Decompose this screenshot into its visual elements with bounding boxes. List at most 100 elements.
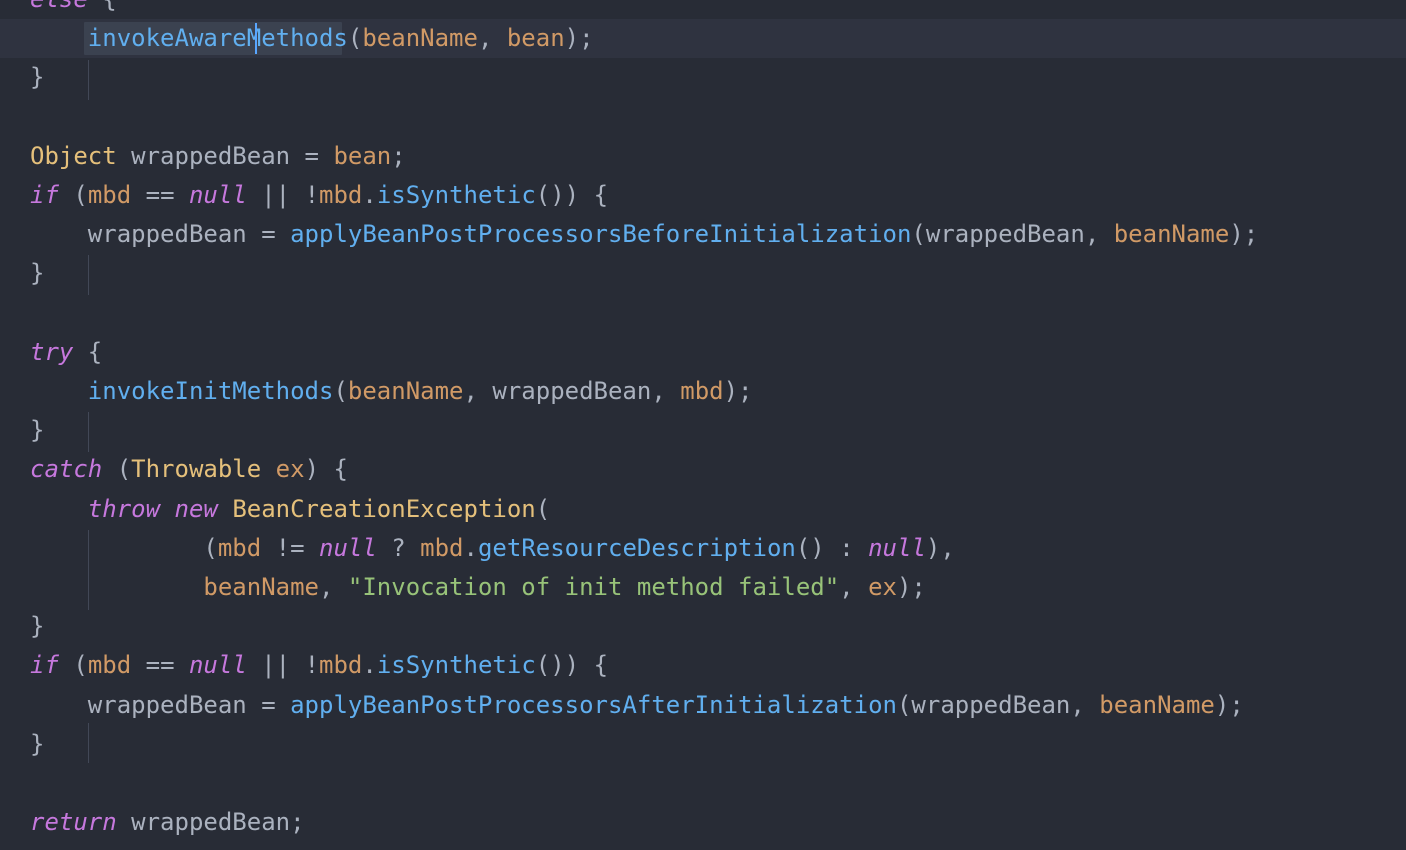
code-line[interactable]: (mbd != null ? mbd.getResourceDescriptio… — [0, 529, 1406, 568]
code-token-punct: } — [30, 416, 45, 445]
code-line[interactable]: try { — [0, 333, 1406, 372]
code-line[interactable]: catch (Throwable ex) { — [0, 450, 1406, 489]
code-token-punct: , — [477, 24, 507, 53]
code-token-var: mbd — [217, 533, 262, 562]
code-token-punct: ( — [102, 455, 132, 484]
code-token-punct: { — [102, 0, 116, 13]
code-line[interactable] — [0, 98, 1406, 137]
code-token-punct: , — [1070, 690, 1100, 719]
code-token-punct: ; — [290, 808, 305, 837]
code-token-kw: throw — [87, 494, 161, 523]
code-token-punct: ()) { — [535, 181, 609, 209]
indent-guide — [88, 60, 89, 100]
code-token-punct: } — [30, 63, 45, 92]
code-token-punct: ? — [376, 533, 421, 562]
code-token-punct: ( — [347, 24, 363, 53]
code-token-fn: isSynthetic — [376, 651, 536, 680]
code-token-punct: ( — [333, 377, 348, 405]
code-token-punct: ( — [535, 494, 551, 523]
code-token-kw: null — [188, 181, 247, 209]
code-token-punct: = — [304, 141, 334, 170]
code-token-var: bean — [506, 24, 565, 53]
code-token-plain: wrappedBean — [492, 377, 652, 405]
code-token-var: beanName — [1099, 690, 1215, 719]
code-line[interactable]: } — [0, 725, 1406, 764]
code-token-punct: , — [839, 573, 869, 601]
code-line[interactable]: wrappedBean = applyBeanPostProcessorsBef… — [0, 215, 1406, 254]
text-caret — [255, 23, 258, 55]
code-line[interactable] — [0, 764, 1406, 803]
indent-guide — [88, 723, 89, 763]
code-line[interactable]: else { — [0, 0, 1406, 19]
code-token-punct: ); — [564, 24, 594, 53]
code-line[interactable]: } — [0, 58, 1406, 97]
code-line[interactable]: } — [0, 607, 1406, 646]
code-token-punct: . — [362, 181, 377, 209]
code-line[interactable]: } — [0, 254, 1406, 293]
code-token-punct: ( — [30, 533, 218, 562]
code-token-punct: ); — [896, 573, 926, 601]
code-token-var: beanName — [362, 24, 478, 53]
code-token-type: Throwable — [131, 455, 262, 484]
code-token-var: mbd — [680, 377, 724, 405]
code-token-punct: ); — [723, 377, 753, 405]
code-token-plain: wrappedBean — [116, 141, 305, 170]
code-line[interactable]: if (mbd == null || !mbd.isSynthetic()) { — [0, 176, 1406, 215]
code-token-fn: applyBeanPostProcessorsBeforeInitializat… — [290, 220, 912, 249]
code-token-punct: . — [362, 651, 377, 680]
code-token-fn: applyBeanPostProcessorsAfterInitializati… — [290, 690, 897, 719]
code-line[interactable]: } — [0, 411, 1406, 450]
code-token-kw: if — [30, 181, 59, 209]
code-token-punct: () : — [795, 533, 869, 562]
indent-guide — [88, 412, 89, 452]
code-token-var: beanName — [1113, 220, 1230, 249]
code-line-current[interactable]: invokeAwareMethods(beanName, bean); — [0, 19, 1406, 59]
code-token-kw: null — [319, 533, 377, 562]
code-line[interactable]: if (mbd == null || !mbd.isSynthetic()) { — [0, 646, 1406, 685]
code-token-punct: ); — [1229, 220, 1259, 249]
code-token-fn: invokeInitMethods — [87, 377, 334, 405]
code-token-kw: catch — [30, 455, 103, 484]
code-token-punct: ; — [391, 141, 406, 170]
code-token-punct: != — [261, 533, 319, 562]
code-token-var: bean — [333, 141, 392, 170]
code-token-kw: return — [30, 808, 117, 837]
code-token-kw: if — [30, 651, 59, 680]
code-token-kw: null — [868, 533, 926, 562]
code-token-punct: . — [463, 533, 478, 562]
code-token-punct: , — [318, 573, 348, 601]
code-token-punct: , — [651, 377, 681, 405]
code-line[interactable]: invokeInitMethods(beanName, wrappedBean,… — [0, 372, 1406, 411]
code-token-plain: wrappedBean — [116, 808, 291, 837]
code-token-kw: else — [30, 0, 88, 13]
code-token-punct: ( — [58, 651, 88, 680]
indent-guide — [88, 255, 89, 295]
code-token-punct: = — [261, 220, 291, 249]
code-token-punct: { — [73, 337, 103, 366]
code-line[interactable]: return wrappedBean; — [0, 803, 1406, 842]
code-surface[interactable]: else { invokeAwareMethods(beanName, bean… — [0, 0, 1406, 850]
code-editor[interactable]: else { invokeAwareMethods(beanName, bean… — [0, 0, 1406, 850]
code-token-var: mbd — [87, 181, 132, 209]
code-line[interactable] — [0, 294, 1406, 333]
code-line[interactable]: Object wrappedBean = bean; — [0, 137, 1406, 176]
code-token-var: beanName — [347, 377, 464, 405]
code-line[interactable]: wrappedBean = applyBeanPostProcessorsAft… — [0, 686, 1406, 725]
code-line[interactable]: throw new BeanCreationException( — [0, 490, 1406, 529]
code-token-punct: ), — [925, 533, 955, 562]
code-token-punct: } — [30, 612, 45, 641]
code-token-punct: || ! — [246, 651, 320, 680]
code-token-plain: wrappedBean — [911, 690, 1071, 719]
code-line[interactable]: beanName, "Invocation of init method fai… — [0, 568, 1406, 607]
code-token-var: mbd — [319, 651, 363, 680]
code-token-var: mbd — [420, 533, 464, 562]
code-token-kw: null — [188, 651, 247, 680]
code-token-type: BeanCreationException — [232, 494, 536, 523]
